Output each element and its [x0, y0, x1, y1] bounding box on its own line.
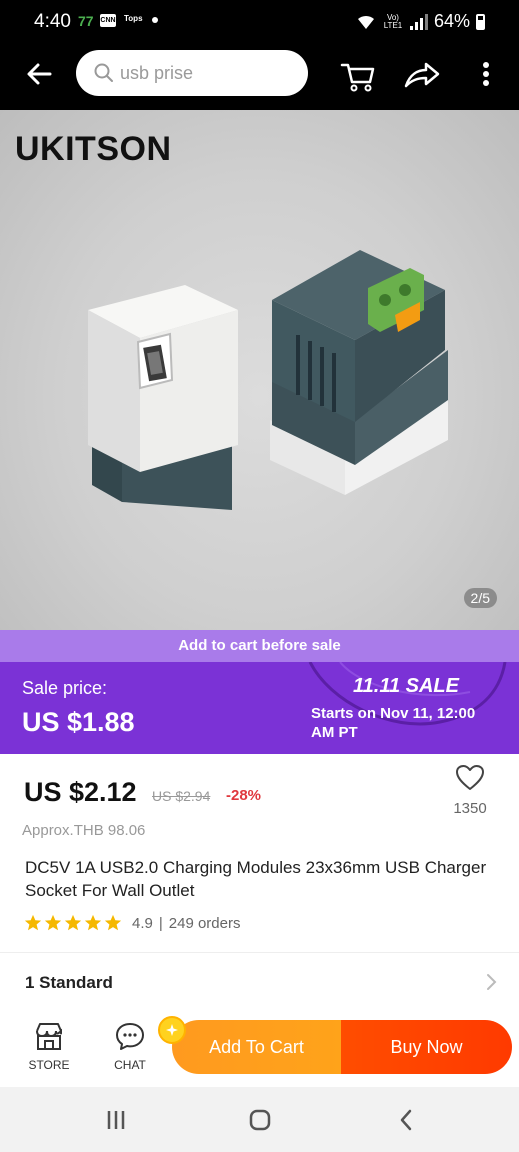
variant-selector[interactable]: 1 Standard	[0, 953, 519, 1011]
status-bar: 4:40 77 CNN Tops Vo) LTE1 64%	[0, 0, 519, 42]
star-icon	[64, 914, 82, 931]
more-button[interactable]	[466, 56, 506, 96]
chat-label: CHAT	[114, 1058, 146, 1072]
rating-value: 4.9	[132, 914, 153, 932]
order-count: 249 orders	[168, 914, 241, 932]
wifi-icon	[357, 15, 374, 29]
sale-event-title: 11.11 SALE	[353, 675, 459, 697]
heart-icon	[456, 765, 484, 790]
home-icon	[249, 1109, 271, 1131]
star-icon	[24, 914, 42, 931]
weather-temp: 77	[78, 13, 94, 29]
product-photo	[88, 250, 448, 510]
discount-badge: -28%	[226, 787, 262, 804]
sparkle-icon	[166, 1024, 178, 1036]
notification-dot-icon	[152, 17, 158, 23]
status-right: Vo) LTE1 64%	[356, 11, 485, 32]
star-rating	[24, 914, 122, 932]
cnn-notification-icon: CNN	[100, 14, 116, 27]
store-icon	[36, 1023, 62, 1050]
tops-notification-icon: Tops	[124, 14, 143, 23]
store-label: STORE	[28, 1058, 70, 1072]
search-icon	[94, 63, 113, 82]
signal-icon	[409, 13, 428, 30]
system-back-button[interactable]	[386, 1105, 426, 1135]
rating-separator: |	[158, 914, 163, 932]
sale-price-value: US $1.88	[22, 707, 135, 737]
search-bar[interactable]	[76, 50, 308, 96]
chat-icon	[116, 1023, 144, 1050]
purchase-buttons: Add To Cart Buy Now	[172, 1020, 512, 1074]
star-icon	[104, 914, 122, 931]
back-button[interactable]	[22, 56, 58, 92]
recent-apps-icon	[107, 1111, 125, 1129]
current-price: US $2.12	[24, 777, 137, 807]
search-input[interactable]	[120, 62, 300, 84]
share-button[interactable]	[402, 56, 442, 96]
back-arrow-icon	[27, 63, 52, 85]
wishlist-count: 1350	[453, 800, 487, 817]
status-time: 4:40	[34, 11, 71, 32]
share-icon	[404, 62, 440, 88]
cart-icon	[340, 63, 375, 92]
home-button[interactable]	[240, 1105, 280, 1135]
sale-start-time: Starts on Nov 11, 12:00 AM PT	[311, 705, 476, 741]
star-icon	[44, 914, 62, 931]
battery-percent: 64%	[433, 11, 470, 31]
more-vertical-icon	[483, 62, 489, 86]
network-type: Vo) LTE1	[383, 12, 403, 30]
original-price: US $2.94	[152, 788, 211, 804]
approx-price: Approx.THB 98.06	[22, 822, 146, 839]
sale-banner: Sale price: US $1.88 11.11 SALE Starts o…	[0, 662, 519, 754]
presale-banner: Add to cart before sale	[0, 630, 519, 662]
action-bar: STORE CHAT Add To Cart Buy Now	[0, 1011, 519, 1087]
add-to-cart-button[interactable]: Add To Cart	[172, 1020, 341, 1074]
store-button[interactable]: STORE	[19, 1021, 79, 1072]
sale-price-label: Sale price:	[22, 678, 108, 698]
system-nav-bar	[0, 1087, 519, 1152]
top-nav	[0, 42, 519, 110]
chevron-right-icon	[487, 974, 497, 990]
coin-icon	[158, 1016, 186, 1044]
chat-button[interactable]: CHAT	[100, 1021, 160, 1072]
image-counter: 2/5	[463, 588, 497, 608]
rating-row[interactable]: 4.9 | 249 orders	[24, 914, 240, 932]
back-chevron-icon	[400, 1109, 412, 1131]
product-title: DC5V 1A USB2.0 Charging Modules 23x36mm …	[25, 858, 487, 900]
wishlist-button[interactable]	[446, 764, 494, 797]
buy-now-button[interactable]: Buy Now	[341, 1020, 512, 1074]
variant-label: 1 Standard	[25, 973, 113, 992]
recent-apps-button[interactable]	[96, 1105, 136, 1135]
cart-button[interactable]	[338, 56, 378, 96]
product-image[interactable]: UKITSON 2/5	[0, 110, 519, 630]
star-icon	[84, 914, 102, 931]
battery-icon	[476, 13, 485, 30]
